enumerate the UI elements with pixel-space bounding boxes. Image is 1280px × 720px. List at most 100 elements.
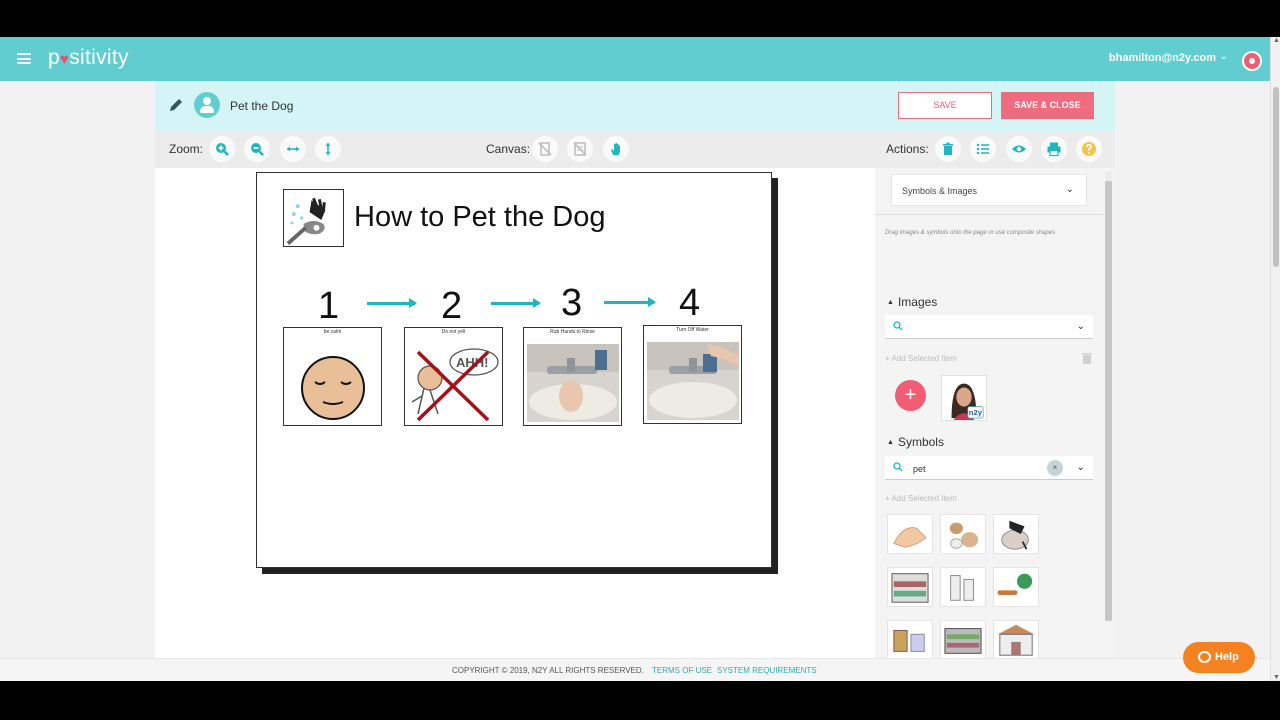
chat-bubble-icon <box>1198 651 1211 663</box>
step-number[interactable]: 3 <box>561 282 582 325</box>
document-title[interactable]: Pet the Dog <box>230 99 293 113</box>
user-email[interactable]: bhamilton@n2y.com <box>1109 52 1216 64</box>
dropdown-value: Symbols & Images <box>902 186 978 196</box>
hand-icon <box>611 143 620 155</box>
add-selected-symbol-link[interactable]: + Add Selected Item <box>885 494 957 503</box>
step-caption: be calm <box>323 329 342 335</box>
editor-header: Pet the Dog SAVE SAVE & CLOSE <box>155 81 1115 131</box>
document-page[interactable]: How to Pet the Dog 1 2 3 4 be calm Do no… <box>256 172 772 568</box>
images-heading[interactable]: ▲ Images <box>887 295 937 309</box>
canvas-tool-2-button[interactable] <box>567 136 593 162</box>
pet-store-symbol-icon <box>891 573 929 603</box>
search-icon <box>893 321 903 331</box>
scrollbar-thumb[interactable] <box>1273 87 1279 267</box>
pet-dog-icon <box>286 197 326 246</box>
symbol-result[interactable] <box>993 567 1039 607</box>
page-scrollbar[interactable]: ▲ ▼ <box>1270 37 1280 681</box>
trash-icon[interactable] <box>1081 351 1093 365</box>
symbol-result[interactable] <box>887 567 933 607</box>
step-card[interactable]: Turn Off Water <box>643 325 742 424</box>
canvas-tool-1-button[interactable] <box>532 136 558 162</box>
zoom-in-icon <box>216 143 229 156</box>
list-button[interactable] <box>970 136 996 162</box>
symbol-result[interactable] <box>887 514 933 554</box>
zoom-out-button[interactable] <box>244 136 270 162</box>
pan-tool-button[interactable] <box>603 136 629 162</box>
user-avatar[interactable] <box>1242 51 1262 71</box>
terms-of-use-link[interactable]: TERMS OF USE <box>652 666 712 675</box>
fit-height-button[interactable] <box>315 136 341 162</box>
add-selected-image-link[interactable]: + Add Selected Item <box>885 354 957 363</box>
print-button[interactable] <box>1041 136 1067 162</box>
system-requirements-link[interactable]: SYSTEM REQUIREMENTS <box>717 666 817 675</box>
pencil-icon[interactable] <box>168 97 184 113</box>
pet-shop-shelf-symbol-icon <box>944 628 982 654</box>
help-button[interactable]: Help <box>1183 642 1255 673</box>
pet-food-symbol-icon <box>893 630 925 652</box>
document-avatar-icon <box>194 92 220 118</box>
chevron-down-icon[interactable]: ⌄ <box>1077 462 1085 473</box>
preview-button[interactable] <box>1006 136 1032 162</box>
title-symbol[interactable] <box>283 189 344 247</box>
step-caption: Rub Hands to Rinse <box>550 329 595 335</box>
delete-button[interactable] <box>935 136 961 162</box>
images-search-input[interactable]: ⌄ <box>885 315 1093 339</box>
symbol-result[interactable] <box>887 620 933 658</box>
canvas-area[interactable]: How to Pet the Dog 1 2 3 4 be calm Do no… <box>155 168 875 658</box>
positivity-logo[interactable]: p♥sitivity <box>48 46 129 70</box>
step-card[interactable]: Do not yell AHH! <box>404 327 503 426</box>
symbol-result[interactable] <box>940 567 986 607</box>
menu-icon[interactable] <box>17 53 31 64</box>
step-arrow[interactable] <box>367 298 417 308</box>
step-caption: Turn Off Water <box>676 327 709 333</box>
no-yelling-icon: AHH! <box>411 348 499 422</box>
pets-symbol-icon <box>949 522 979 549</box>
symbols-heading[interactable]: ▲ Symbols <box>887 435 944 449</box>
symbols-search-input[interactable]: pet × ⌄ <box>885 456 1093 480</box>
zoom-in-button[interactable] <box>209 136 235 162</box>
editor-toolbar: Zoom: Canvas: Actions: <box>155 131 1115 168</box>
save-and-close-button[interactable]: SAVE & CLOSE <box>1001 92 1094 119</box>
image-thumbnail[interactable]: n2y <box>941 375 987 421</box>
divider <box>875 214 1103 215</box>
step-number[interactable]: 1 <box>318 285 339 328</box>
list-icon <box>976 143 989 155</box>
fit-height-icon <box>325 143 331 155</box>
search-icon <box>893 462 903 472</box>
chevron-down-icon: ⌄ <box>1065 184 1074 195</box>
rinse-hands-photo <box>527 344 619 422</box>
triangle-up-icon: ▲ <box>887 299 894 306</box>
disabled-page-icon <box>538 142 552 156</box>
turn-off-water-photo <box>647 342 739 420</box>
clear-search-icon[interactable]: × <box>1047 460 1063 476</box>
page-title[interactable]: How to Pet the Dog <box>354 201 605 234</box>
step-number[interactable]: 4 <box>679 282 700 325</box>
symbol-result[interactable] <box>993 620 1039 658</box>
step-arrow[interactable] <box>491 298 541 308</box>
help-question-button[interactable] <box>1076 136 1102 162</box>
eye-icon <box>1012 145 1026 153</box>
triangle-up-icon: ▲ <box>887 439 894 446</box>
zoom-label: Zoom: <box>169 142 204 156</box>
symbol-result[interactable] <box>993 514 1039 554</box>
symbol-result[interactable] <box>940 514 986 554</box>
app-screen: p♥sitivity bhamilton@n2y.com ⌄ ▲ ▼ Pet t… <box>0 37 1280 681</box>
step-card[interactable]: Rub Hands to Rinse <box>523 327 622 426</box>
step-card[interactable]: be calm <box>283 327 382 426</box>
user-photo-icon: n2y <box>951 383 984 420</box>
chevron-down-icon[interactable]: ⌄ <box>1077 321 1085 332</box>
step-number[interactable]: 2 <box>441 285 462 328</box>
logo-heart-icon: ♥ <box>59 51 70 68</box>
fit-width-button[interactable] <box>280 136 306 162</box>
symbol-result[interactable] <box>940 620 986 658</box>
upload-image-button[interactable]: + <box>895 380 926 411</box>
scroll-down-icon[interactable]: ▼ <box>1273 674 1280 681</box>
scroll-up-icon[interactable]: ▲ <box>1273 37 1280 44</box>
sidebar-scrollbar-thumb[interactable] <box>1105 181 1112 621</box>
chevron-down-icon[interactable]: ⌄ <box>1220 51 1228 62</box>
save-button[interactable]: SAVE <box>898 92 992 119</box>
step-arrow[interactable] <box>604 297 656 307</box>
hands-symbol-icon <box>893 527 927 548</box>
sidebar-mode-dropdown[interactable]: Symbols & Images ⌄ <box>891 174 1087 206</box>
sidebar-scrollbar[interactable] <box>1105 171 1112 621</box>
